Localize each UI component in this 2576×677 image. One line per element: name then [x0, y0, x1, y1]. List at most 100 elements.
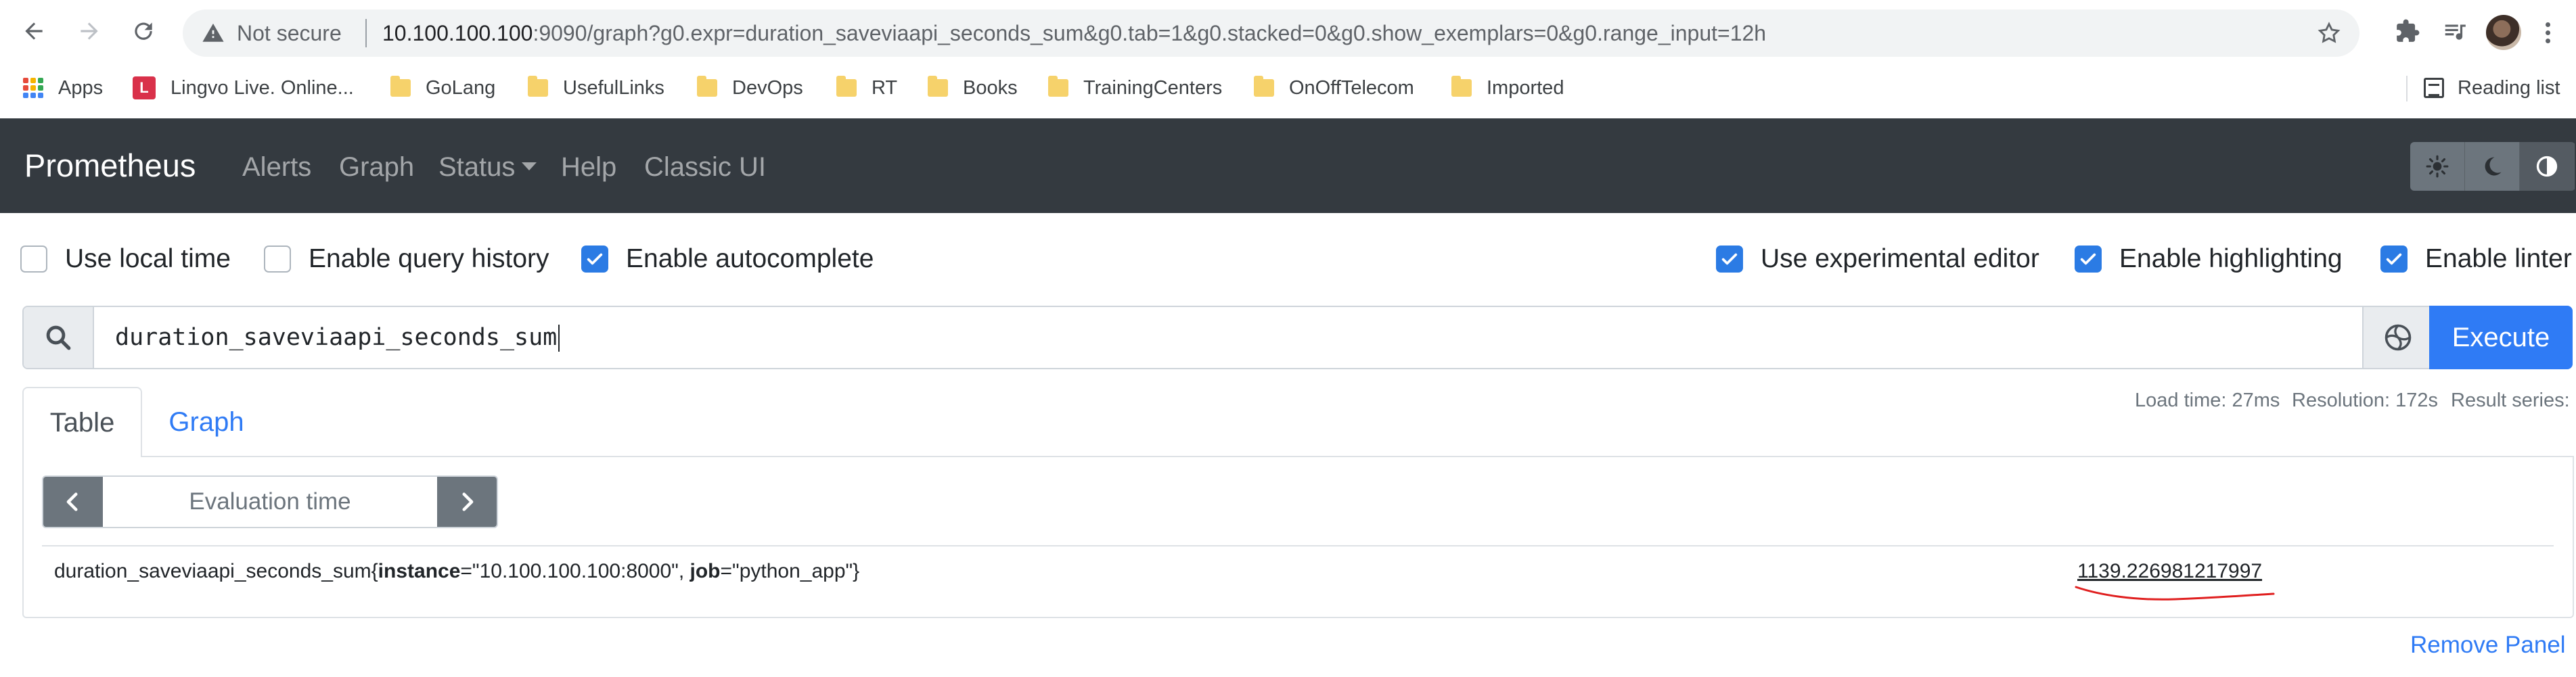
bookmark-apps[interactable]: Apps: [23, 73, 103, 103]
folder-icon: [528, 76, 548, 97]
chevron-left-icon[interactable]: [43, 477, 103, 527]
sun-icon[interactable]: [2410, 142, 2465, 191]
url-host: 10.100.100.100: [382, 21, 533, 45]
warning-icon[interactable]: [202, 22, 225, 45]
bookmark-lingvo[interactable]: L Lingvo Live. Online...: [133, 73, 354, 103]
forward-icon[interactable]: [70, 12, 108, 50]
media-icon[interactable]: [2436, 12, 2474, 50]
checkbox-enable-highlighting[interactable]: [2075, 246, 2102, 273]
more-icon[interactable]: [2534, 15, 2561, 50]
tab-graph[interactable]: Graph: [143, 387, 269, 457]
option-enable-query-history[interactable]: Enable query history: [264, 241, 549, 277]
nav-graph[interactable]: Graph: [339, 151, 414, 183]
omnibox-divider: [365, 19, 367, 47]
prometheus-navbar: Prometheus Alerts Graph Status Help Clas…: [0, 118, 2576, 213]
bookmark-imported[interactable]: Imported: [1451, 73, 1564, 103]
folder-icon: [697, 76, 717, 97]
label-key: job: [690, 560, 721, 582]
execute-button[interactable]: Execute: [2429, 306, 2573, 369]
reload-icon[interactable]: [125, 12, 162, 50]
folder-icon: [1254, 76, 1274, 97]
label-value: "python_app": [732, 560, 853, 582]
nav-alerts[interactable]: Alerts: [242, 151, 311, 183]
reading-list-button[interactable]: Reading list: [2424, 73, 2560, 103]
profile-avatar[interactable]: [2486, 15, 2521, 50]
bookmark-trainingcenters[interactable]: TrainingCenters: [1048, 73, 1222, 103]
metric-name: duration_saveviaapi_seconds_sum: [54, 560, 371, 582]
option-label: Use experimental editor: [1761, 244, 2039, 273]
extensions-icon[interactable]: [2389, 12, 2426, 50]
option-enable-linter[interactable]: Enable linter: [2380, 241, 2572, 277]
browser-toolbar: Not secure 10.100.100.100:9090/graph?g0.…: [0, 0, 2576, 61]
bookmark-usefullinks[interactable]: UsefulLinks: [528, 73, 664, 103]
query-expression-text: duration_saveviaapi_seconds_sum: [115, 324, 558, 351]
checkbox-use-local-time[interactable]: [20, 246, 47, 273]
url-text[interactable]: 10.100.100.100:9090/graph?g0.expr=durati…: [382, 22, 1766, 45]
table-divider: [42, 545, 2554, 546]
check-icon: [587, 253, 603, 265]
bookmark-label: RT: [872, 76, 898, 99]
bookmark-golang[interactable]: GoLang: [390, 73, 495, 103]
option-label: Enable query history: [309, 244, 549, 273]
folder-icon: [390, 76, 411, 97]
label-key: instance: [378, 560, 461, 582]
folder-icon: [836, 76, 857, 97]
option-use-experimental-editor[interactable]: Use experimental editor: [1716, 241, 2039, 277]
security-label[interactable]: Not secure: [237, 22, 342, 45]
chevron-right-icon[interactable]: [437, 477, 497, 527]
bookmark-rt[interactable]: RT: [836, 73, 897, 103]
option-use-local-time[interactable]: Use local time: [20, 241, 231, 277]
load-time: Load time: 27ms: [2135, 390, 2280, 411]
apps-grid-icon: [23, 78, 43, 98]
star-icon[interactable]: [2316, 20, 2342, 46]
option-label: Enable linter: [2425, 244, 2572, 273]
check-icon: [1721, 253, 1738, 265]
checkbox-use-experimental-editor[interactable]: [1716, 246, 1743, 273]
red-underline-annotation: [2075, 586, 2275, 601]
bookmark-label: Books: [963, 76, 1018, 99]
nav-status-label: Status: [438, 152, 516, 182]
bookmark-devops[interactable]: DevOps: [697, 73, 803, 103]
checkbox-enable-query-history[interactable]: [264, 246, 291, 273]
nav-help[interactable]: Help: [561, 151, 616, 183]
nav-status[interactable]: Status: [438, 151, 537, 183]
evaluation-time-control: Evaluation time: [42, 475, 498, 528]
bookmarks-bar: Apps L Lingvo Live. Online... GoLang Use…: [0, 61, 2576, 116]
text-cursor: [558, 325, 560, 352]
check-icon: [2386, 253, 2402, 265]
brand-logo[interactable]: Prometheus: [24, 147, 196, 185]
checkbox-enable-linter[interactable]: [2380, 246, 2408, 273]
folder-icon: [1048, 76, 1068, 97]
option-enable-highlighting[interactable]: Enable highlighting: [2075, 241, 2343, 277]
nav-classic-ui[interactable]: Classic UI: [644, 151, 766, 183]
option-enable-autocomplete[interactable]: Enable autocomplete: [581, 241, 874, 277]
option-label: Enable autocomplete: [626, 244, 874, 273]
bookmark-label: Apps: [58, 76, 104, 99]
bookmark-label: DevOps: [732, 76, 803, 99]
evaluation-time-input[interactable]: Evaluation time: [103, 477, 437, 527]
checkbox-enable-autocomplete[interactable]: [581, 246, 608, 273]
bookmark-label: GoLang: [426, 76, 496, 99]
bookmark-label: UsefulLinks: [563, 76, 664, 99]
check-icon: [2080, 253, 2096, 265]
moon-icon[interactable]: [2465, 142, 2520, 191]
contrast-icon[interactable]: [2520, 142, 2575, 191]
bookmarks-divider: [2406, 76, 2408, 101]
remove-panel-link[interactable]: Remove Panel: [2410, 632, 2566, 659]
bookmark-onofftelecom[interactable]: OnOffTelecom: [1254, 73, 1414, 103]
bookmark-label: Lingvo Live. Online...: [171, 76, 354, 99]
label-value: "10.100.100.100:8000": [472, 560, 679, 582]
chevron-down-icon: [522, 162, 537, 171]
folder-icon: [1451, 76, 1472, 97]
address-bar[interactable]: Not secure 10.100.100.100:9090/graph?g0.…: [183, 9, 2359, 57]
option-label: Enable highlighting: [2119, 244, 2343, 273]
back-icon[interactable]: [15, 12, 53, 50]
theme-toggle-group: [2410, 142, 2575, 191]
bookmark-label: TrainingCenters: [1083, 76, 1223, 99]
query-input[interactable]: duration_saveviaapi_seconds_sum: [115, 322, 560, 353]
lingvo-icon: L: [133, 76, 156, 99]
bookmark-books[interactable]: Books: [928, 73, 1018, 103]
folder-icon: [928, 76, 948, 97]
metrics-explorer-icon[interactable]: [2362, 307, 2433, 368]
tab-table[interactable]: Table: [22, 387, 142, 457]
